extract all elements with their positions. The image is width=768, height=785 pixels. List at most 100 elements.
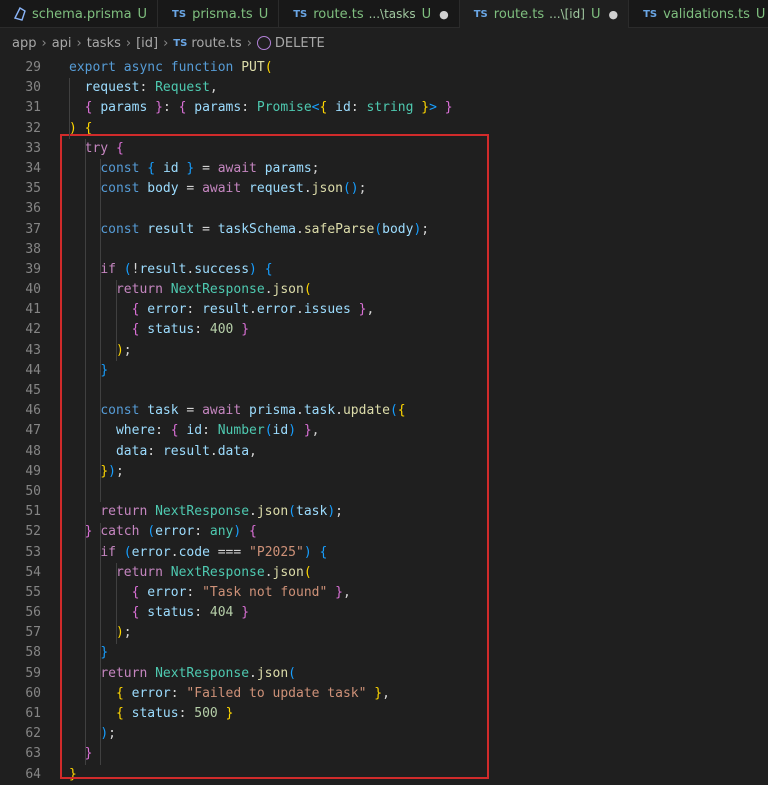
line-number: 55 xyxy=(25,584,41,600)
breadcrumb-item[interactable]: DELETE xyxy=(275,36,325,51)
code-token: params xyxy=(194,100,242,116)
code-token: } xyxy=(303,423,312,439)
code-line[interactable]: 47 where: { id: Number(id) }, xyxy=(0,421,768,441)
code-line[interactable]: 44 } xyxy=(0,361,768,381)
code-line[interactable]: 48 data: result.data, xyxy=(0,442,768,462)
code-token: body xyxy=(147,181,187,197)
code-line[interactable]: 50 xyxy=(0,482,768,502)
code-line[interactable]: 45 xyxy=(0,381,768,401)
tab-label: prisma.ts xyxy=(192,6,253,22)
code-line[interactable]: 60 { error: "Failed to update task" }, xyxy=(0,684,768,704)
tab-route-id[interactable]: TS route.ts ...\[id] U ● xyxy=(459,0,630,28)
code-line[interactable]: 52 } catch (error: any) { xyxy=(0,522,768,542)
tab-label: route.ts xyxy=(313,6,364,22)
code-token: . xyxy=(170,544,179,560)
code-token: . xyxy=(296,221,304,237)
line-number: 30 xyxy=(25,80,41,96)
code-line[interactable]: 49 }); xyxy=(0,462,768,482)
code-token: await xyxy=(202,181,250,197)
tab-prisma-ts[interactable]: TS prisma.ts U xyxy=(158,0,280,28)
code-line[interactable]: 37 const result = taskSchema.safeParse(b… xyxy=(0,220,768,240)
code-token: ( xyxy=(374,221,383,237)
code-editor[interactable]: 29 export async function PUT(30 request: … xyxy=(0,58,768,785)
line-number: 42 xyxy=(25,322,41,338)
code-line[interactable]: 29 export async function PUT( xyxy=(0,58,768,78)
breadcrumb-item[interactable]: tasks xyxy=(87,36,121,51)
code-line[interactable]: 59 return NextResponse.json( xyxy=(0,664,768,684)
chevron-right-icon: › xyxy=(246,35,252,51)
tab-schema-prisma[interactable]: schema.prisma U xyxy=(0,0,159,28)
code-token: result xyxy=(162,443,210,459)
code-token: : xyxy=(350,100,367,116)
code-text: request: Request, xyxy=(69,78,218,98)
tab-route-tasks[interactable]: TS route.ts ...\tasks U ● xyxy=(279,0,460,28)
code-text: return NextResponse.json( xyxy=(69,563,312,583)
code-line[interactable]: 61 { status: 500 } xyxy=(0,704,768,724)
code-line[interactable]: 31 { params }: { params: Promise<{ id: s… xyxy=(0,98,768,118)
code-token: 404 xyxy=(209,605,242,621)
indent-guide xyxy=(100,260,102,382)
tab-git-status: U xyxy=(421,6,432,22)
code-line[interactable]: 38 xyxy=(0,240,768,260)
code-line[interactable]: 34 const { id } = await params; xyxy=(0,159,768,179)
breadcrumb-item[interactable]: app xyxy=(12,36,36,51)
line-number: 33 xyxy=(25,140,41,156)
code-line[interactable]: 35 const body = await request.json(); xyxy=(0,179,768,199)
code-line[interactable]: 46 const task = await prisma.task.update… xyxy=(0,401,768,421)
ts-icon: TS xyxy=(172,8,187,20)
tab-label: validations.ts xyxy=(663,6,750,22)
code-token: () xyxy=(342,181,359,197)
unsaved-dot-icon[interactable]: ● xyxy=(608,8,618,21)
code-token: { xyxy=(115,685,132,701)
code-token: if xyxy=(100,544,124,560)
code-token: NextResponse xyxy=(155,665,250,681)
line-number: 29 xyxy=(25,60,41,75)
code-token: where xyxy=(115,423,156,439)
line-number: 57 xyxy=(25,625,41,641)
code-token: Request xyxy=(155,80,210,96)
breadcrumb-item[interactable]: [id] xyxy=(136,36,158,51)
unsaved-dot-icon[interactable]: ● xyxy=(439,8,449,21)
tab-validations-ts[interactable]: TS validations.ts U xyxy=(629,0,768,28)
code-text: { status: 400 } xyxy=(69,320,249,340)
editor-tab-bar: schema.prisma U TS prisma.ts U TS route.… xyxy=(0,0,768,28)
line-number: 46 xyxy=(25,403,41,419)
code-token: params xyxy=(100,100,156,116)
tab-label: route.ts xyxy=(493,6,545,22)
ts-icon: TS xyxy=(473,8,488,20)
code-line[interactable]: 33 try { xyxy=(0,139,768,159)
code-token: : xyxy=(139,80,156,96)
code-text: ); xyxy=(69,724,116,744)
code-token: { xyxy=(319,100,336,116)
code-line[interactable]: 32) { xyxy=(0,119,768,139)
code-token: export xyxy=(69,60,124,75)
breadcrumb-item[interactable]: api xyxy=(52,36,72,51)
code-line[interactable]: 30 request: Request, xyxy=(0,78,768,98)
code-token: const xyxy=(100,221,148,237)
code-token: : xyxy=(194,524,210,540)
line-number: 48 xyxy=(25,443,41,459)
code-line[interactable]: 53 if (error.code === "P2025") { xyxy=(0,543,768,563)
code-line[interactable]: 39 if (!result.success) { xyxy=(0,260,768,280)
code-line[interactable]: 51 return NextResponse.json(task); xyxy=(0,502,768,522)
code-line[interactable]: 63 } xyxy=(0,744,768,764)
code-token: prisma xyxy=(249,403,297,419)
code-line[interactable]: 58 } xyxy=(0,643,768,663)
code-token: { xyxy=(131,322,148,338)
tab-git-status: U xyxy=(590,6,601,22)
code-token: { xyxy=(115,706,132,721)
code-token: : xyxy=(186,584,203,600)
indent-guide xyxy=(115,563,117,644)
code-token: taskSchema xyxy=(217,221,297,237)
code-line[interactable]: 36 xyxy=(0,199,768,219)
ts-icon: TS xyxy=(293,8,308,20)
breadcrumb-item[interactable]: route.ts xyxy=(191,36,241,51)
code-text: { error: "Failed to update task" }, xyxy=(69,684,390,704)
code-token: task xyxy=(147,403,187,419)
ts-icon: TS xyxy=(643,8,658,20)
code-token: Number xyxy=(217,423,265,439)
line-number: 40 xyxy=(25,282,41,298)
code-line[interactable]: 62 ); xyxy=(0,724,768,744)
